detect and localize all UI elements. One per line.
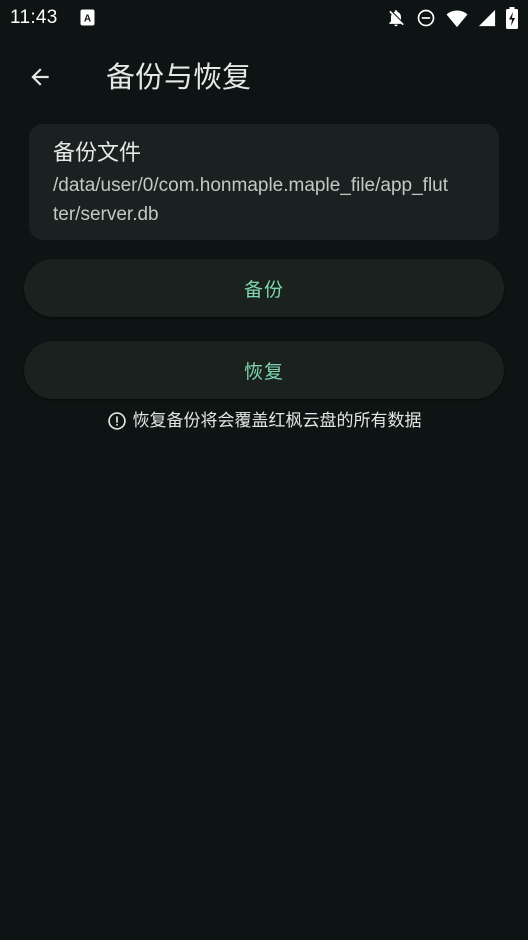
- status-time: 11:43: [10, 7, 58, 28]
- status-icons: [386, 7, 518, 29]
- page-title: 备份与恢复: [106, 60, 252, 94]
- do-not-disturb-icon: [417, 9, 435, 27]
- screen: 11:43 A 备份与恢复 备份文件 /data/user/0/com.honm…: [0, 0, 528, 940]
- restore-warning: 恢复备份将会覆盖红枫云盘的所有数据: [0, 407, 528, 435]
- notifications-off-icon: [389, 10, 404, 27]
- signal-icon: [478, 9, 496, 27]
- backup-file-title: 备份文件: [53, 141, 142, 166]
- backup-button[interactable]: 备份: [24, 259, 504, 317]
- wifi-icon: [446, 10, 468, 28]
- info-icon: [107, 412, 126, 430]
- restore-button[interactable]: 恢复: [24, 341, 504, 399]
- backup-button-label: 备份: [243, 279, 284, 301]
- status-bar: 11:43 A: [0, 0, 528, 36]
- battery-charging-icon: [506, 7, 518, 29]
- back-button[interactable]: [16, 53, 64, 101]
- app-bar: 备份与恢复: [0, 46, 528, 108]
- backup-file-card: 备份文件 /data/user/0/com.honmaple.maple_fil…: [29, 124, 499, 240]
- app-notification-icon: A: [80, 9, 95, 26]
- backup-file-path: /data/user/0/com.honmaple.maple_file/app…: [53, 175, 449, 225]
- restore-button-label: 恢复: [243, 361, 284, 383]
- warning-text: 恢复备份将会覆盖红枫云盘的所有数据: [132, 411, 422, 431]
- arrow-back-icon: [31, 68, 49, 86]
- app-icon-letter: A: [84, 14, 91, 25]
